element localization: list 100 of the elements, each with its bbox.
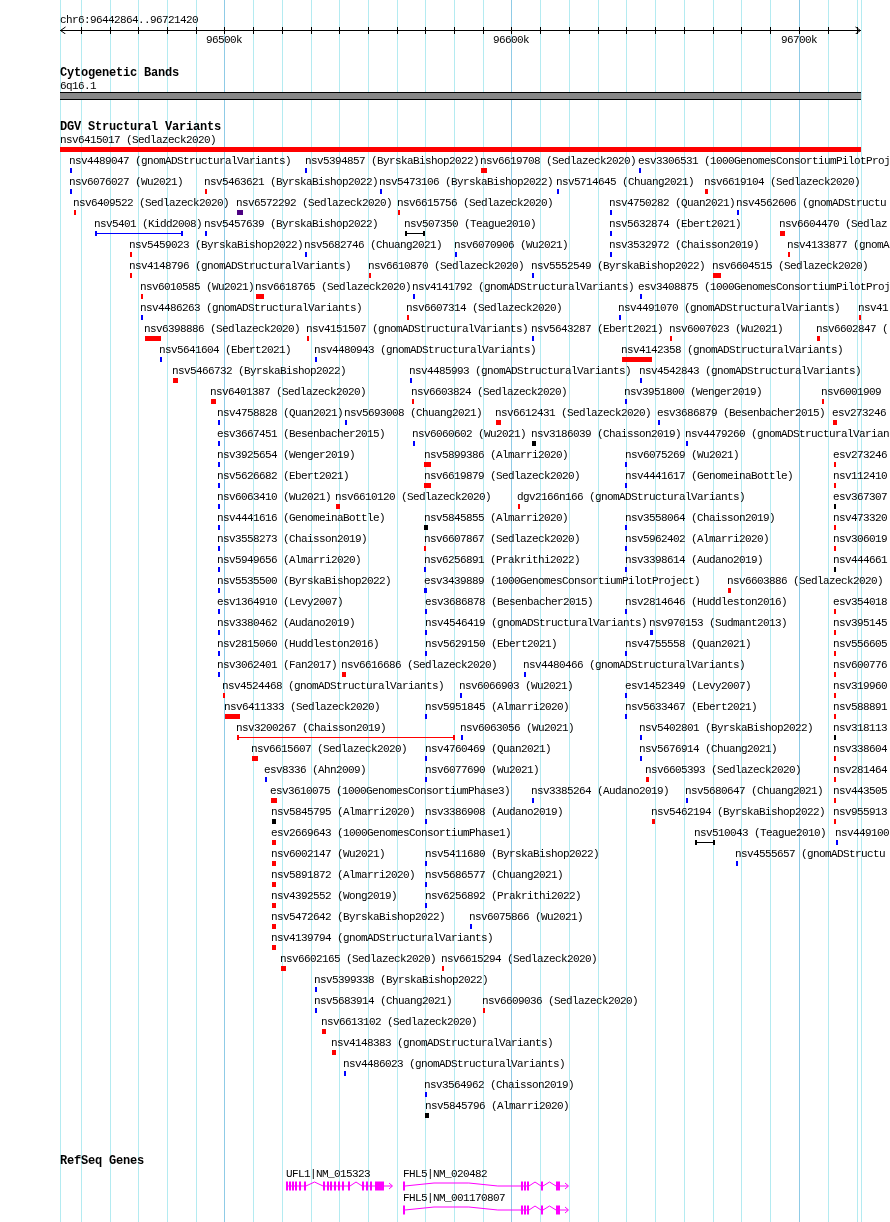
variant-label: nsv4562606 (gnomADStructu <box>736 197 887 209</box>
variant-label: nsv4133877 (gnomA <box>787 239 890 251</box>
variant-label: esv3439889 (1000GenomesConsortiumPilotProject) <box>424 575 701 587</box>
variant-label: nsv3062401 (Fan2017) <box>217 659 338 671</box>
variant-label: esv3686878 (Besenbacher2015) <box>425 596 594 608</box>
variant-label: nsv3200267 (Chaisson2019) <box>236 722 387 734</box>
variant-label: esv1452349 (Levy2007) <box>625 680 752 692</box>
variant-label: nsv4479260 (gnomADStructuralVarian <box>685 428 890 440</box>
tick-label: 96600k <box>493 34 529 46</box>
variant-label: nsv955913 <box>833 806 887 818</box>
variant-label: nsv4555657 (gnomADStructu <box>735 848 886 860</box>
variant-label: nsv449100 <box>835 827 889 839</box>
variant-label: nsv3532972 (Chaisson2019) <box>609 239 760 251</box>
variant-label: esv3667451 (Besenbacher2015) <box>217 428 386 440</box>
variant-label: nsv510043 (Teague2010) <box>694 827 827 839</box>
variant-label: esv3686879 (Besenbacher2015) <box>657 407 826 419</box>
gene-label: FHL5|NM_020482 <box>403 1168 487 1180</box>
variant-label: nsv5401 (Kidd2008) <box>94 218 203 230</box>
variant-label: nsv507350 (Teague2010) <box>404 218 537 230</box>
variant-label: nsv6610120 (Sedlazeck2020) <box>335 491 492 503</box>
variant-label: nsv6063056 (Wu2021) <box>460 722 575 734</box>
variant-label: nsv5680647 (Chuang2021) <box>685 785 824 797</box>
variant-label: nsv6619879 (Sedlazeck2020) <box>424 470 581 482</box>
variant-label: nsv5962402 (Almarri2020) <box>625 533 770 545</box>
track-title: Cytogenetic Bands <box>60 67 180 80</box>
variant-label: nsv5626682 (Ebert2021) <box>217 470 350 482</box>
variant-label: nsv4489047 (gnomADStructuralVariants) <box>69 155 292 167</box>
variant-label: nsv4148796 (gnomADStructuralVariants) <box>129 260 352 272</box>
variant-label: nsv319960 <box>833 680 887 692</box>
variant-label: nsv4486263 (gnomADStructuralVariants) <box>140 302 363 314</box>
variant-label: esv8336 (Ahn2009) <box>264 764 367 776</box>
variant-label: nsv3186039 (Chaisson2019) <box>531 428 682 440</box>
variant-label: nsv5845855 (Almarri2020) <box>424 512 569 524</box>
variant-label: nsv5399338 (ByrskaBishop2022) <box>314 974 489 986</box>
variant-label: nsv6615294 (Sedlazeck2020) <box>441 953 598 965</box>
variant-label: nsv600776 <box>833 659 887 671</box>
variant-label: nsv6612431 (Sedlazeck2020) <box>495 407 652 419</box>
variant-label: esv273246 <box>833 449 887 461</box>
variant-label: nsv970153 (Sudmant2013) <box>649 617 788 629</box>
variant-label: nsv3558064 (Chaisson2019) <box>625 512 776 524</box>
variant-label: nsv4148383 (gnomADStructuralVariants) <box>331 1037 554 1049</box>
variant-label: nsv5951845 (Almarri2020) <box>425 701 570 713</box>
variant-label: nsv6409522 (Sedlazeck2020) <box>73 197 230 209</box>
variant-label: nsv6398886 (Sedlazeck2020) <box>144 323 301 335</box>
variant-label: nsv6075866 (Wu2021) <box>469 911 584 923</box>
variant-label: nsv4142358 (gnomADStructuralVariants) <box>621 344 844 356</box>
variant-label: nsv4491070 (gnomADStructuralVariants) <box>618 302 841 314</box>
variant-label: esv3306531 (1000GenomesConsortiumPilotProj <box>638 155 890 167</box>
variant-label: nsv6602847 ( <box>816 323 888 335</box>
variant-label: nsv5641604 (Ebert2021) <box>159 344 292 356</box>
variant-label: nsv3925654 (Wenger2019) <box>217 449 356 461</box>
variant-label: nsv5899386 (Almarri2020) <box>424 449 569 461</box>
variant-label: nsv443505 <box>833 785 887 797</box>
coordinate-range-label: chr6:96442864..96721420 <box>60 14 199 26</box>
variant-label: nsv4441617 (GenomeinaBottle) <box>625 470 794 482</box>
variant-label: nsv3564962 (Chaisson2019) <box>424 1079 575 1091</box>
variant-label: nsv6415017 (Sedlazeck2020) <box>60 134 217 146</box>
variant-label: nsv6605393 (Sedlazeck2020) <box>645 764 802 776</box>
variant-label: nsv4760469 (Quan2021) <box>425 743 552 755</box>
variant-label: nsv556605 <box>833 638 887 650</box>
variant-label: nsv5463621 (ByrskaBishop2022) <box>204 176 379 188</box>
variant-label: nsv5466732 (ByrskaBishop2022) <box>172 365 347 377</box>
variant-label: nsv6066903 (Wu2021) <box>459 680 574 692</box>
variant-label: nsv5682746 (Chuang2021) <box>304 239 443 251</box>
band-label: 6q16.1 <box>60 80 96 92</box>
variant-label: nsv6001909 <box>821 386 881 398</box>
variant-label: nsv4480466 (gnomADStructuralVariants) <box>523 659 746 671</box>
variant-label: nsv6604470 (Sedlaz <box>779 218 888 230</box>
track-title: RefSeq Genes <box>60 1155 144 1168</box>
variant-label: nsv5633467 (Ebert2021) <box>625 701 758 713</box>
variant-label: nsv4151507 (gnomADStructuralVariants) <box>306 323 529 335</box>
variant-label: nsv6610870 (Sedlazeck2020) <box>368 260 525 272</box>
variant-label: nsv6256892 (Prakrithi2022) <box>425 890 582 902</box>
variant-label: nsv6063410 (Wu2021) <box>217 491 332 503</box>
variant-label: nsv5714645 (Chuang2021) <box>556 176 695 188</box>
variant-label: nsv3386908 (Audano2019) <box>425 806 564 818</box>
track-title: DGV Structural Variants <box>60 121 222 134</box>
variant-label: nsv6615607 (Sedlazeck2020) <box>251 743 408 755</box>
variant-label: nsv6615756 (Sedlazeck2020) <box>397 197 554 209</box>
variant-label: nsv4139794 (gnomADStructuralVariants) <box>271 932 494 944</box>
variant-label: nsv4141792 (gnomADStructuralVariants) <box>412 281 635 293</box>
variant-label: nsv4524468 (gnomADStructuralVariants) <box>222 680 445 692</box>
variant-label: nsv6607314 (Sedlazeck2020) <box>406 302 563 314</box>
variant-label: nsv6604515 (Sedlazeck2020) <box>712 260 869 272</box>
variant-label: dgv2166n166 (gnomADStructuralVariants) <box>517 491 746 503</box>
variant-label: nsv6077690 (Wu2021) <box>425 764 540 776</box>
variant-label: nsv4486023 (gnomADStructuralVariants) <box>343 1058 566 1070</box>
variant-label: nsv5402801 (ByrskaBishop2022) <box>639 722 814 734</box>
variant-label: esv273246 <box>832 407 886 419</box>
variant-label: nsv444661 <box>833 554 887 566</box>
variant-label: nsv5462194 (ByrskaBishop2022) <box>651 806 826 818</box>
variant-label: nsv6076027 (Wu2021) <box>69 176 184 188</box>
variant-label: nsv318113 <box>833 722 887 734</box>
variant-label: nsv6613102 (Sedlazeck2020) <box>321 1016 478 1028</box>
variant-label: nsv5632874 (Ebert2021) <box>609 218 742 230</box>
variant-label: nsv5535500 (ByrskaBishop2022) <box>217 575 392 587</box>
variant-label: nsv3951800 (Wenger2019) <box>624 386 763 398</box>
variant-label: nsv6060602 (Wu2021) <box>412 428 527 440</box>
variant-label: nsv473320 <box>833 512 887 524</box>
variant-label: nsv4750282 (Quan2021) <box>609 197 736 209</box>
